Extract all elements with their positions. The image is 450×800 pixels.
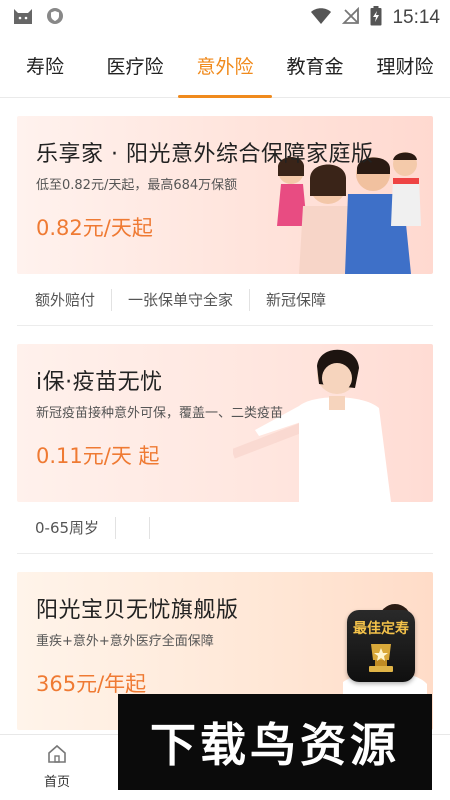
product-tags: 0-65周岁	[17, 502, 433, 554]
tag: 0-65周岁	[19, 516, 117, 539]
tag: 新冠保障	[266, 290, 327, 309]
product-tags: 额外赔付 一张保单守全家 新冠保障	[17, 274, 433, 326]
nurse-photo	[233, 349, 391, 502]
clock: 15:14	[392, 7, 440, 28]
no-signal-icon	[342, 6, 360, 29]
watermark-banner: 下载鸟资源	[118, 694, 432, 790]
product-title: 乐享家 · 阳光意外综合保障家庭版	[36, 142, 374, 167]
product-title: 阳光宝贝无忧旗舰版	[36, 598, 239, 623]
product-price: 0.11元/天 起	[36, 444, 160, 468]
product-subtitle: 低至0.82元/天起，最高684万保额	[36, 178, 238, 193]
cat-app-icon	[12, 6, 34, 30]
best-term-life-badge: 最佳定寿	[347, 610, 415, 682]
trophy-icon	[369, 644, 393, 672]
home-icon	[48, 744, 66, 763]
tab-medical[interactable]: 医疗险	[90, 36, 180, 98]
nav-home[interactable]: 首页	[22, 743, 92, 790]
tab-life[interactable]: 寿险	[0, 36, 90, 98]
wifi-icon	[310, 7, 332, 29]
tag: 额外赔付	[19, 288, 113, 311]
category-tabs: 寿险 医疗险 意外险 教育金 理财险	[0, 36, 450, 98]
status-bar: 15:14	[0, 0, 450, 36]
product-card-family[interactable]: 乐享家 · 阳光意外综合保障家庭版 低至0.82元/天起，最高684万保额 0.…	[17, 116, 433, 274]
tab-education[interactable]: 教育金	[270, 36, 360, 98]
tag-divider	[116, 516, 151, 539]
watermark-text: 下载鸟资源	[150, 718, 400, 772]
tag: 一张保单守全家	[112, 288, 251, 311]
product-list: 乐享家 · 阳光意外综合保障家庭版 低至0.82元/天起，最高684万保额 0.…	[0, 116, 450, 730]
tab-accident[interactable]: 意外险	[180, 36, 270, 98]
product-subtitle: 重疾+意外+意外医疗全面保障	[36, 634, 214, 649]
battery-charging-icon	[370, 6, 382, 30]
product-card-vaccine[interactable]: i保·疫苗无忧 新冠疫苗接种意外可保，覆盖一、二类疫苗 0.11元/天 起	[17, 344, 433, 502]
product-title: i保·疫苗无忧	[36, 370, 163, 395]
tab-wealth[interactable]: 理财险	[360, 36, 450, 98]
nav-home-label: 首页	[43, 775, 70, 790]
shield-icon	[46, 7, 64, 29]
product-price: 0.82元/天起	[36, 216, 153, 240]
product-subtitle: 新冠疫苗接种意外可保，覆盖一、二类疫苗	[36, 406, 284, 421]
